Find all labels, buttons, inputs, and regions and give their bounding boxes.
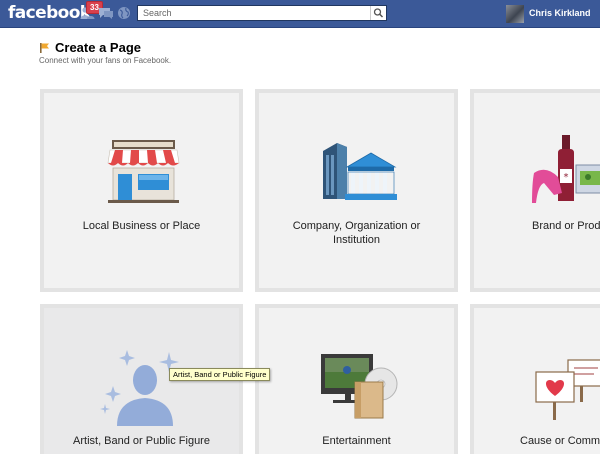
facebook-logo[interactable]: facebook (8, 3, 91, 23)
tv-media-icon (321, 354, 398, 419)
search-input[interactable] (138, 6, 371, 20)
signs-icon (535, 359, 600, 420)
category-label: Company, Organization or Institution (292, 220, 421, 246)
category-company-organization[interactable]: Company, Organization or Institution (255, 89, 458, 292)
category-label: Artist, Band or Public Figure (73, 435, 210, 447)
category-label: Cause or Community (520, 435, 600, 447)
search-icon (373, 8, 384, 18)
products-icon: * (532, 135, 600, 203)
search-button[interactable] (370, 6, 386, 20)
buildings-icon (323, 143, 397, 200)
user-avatar[interactable] (506, 5, 524, 23)
category-entertainment[interactable]: Entertainment (255, 304, 458, 454)
category-cause-community[interactable]: Cause or Community (470, 304, 600, 454)
storefront-icon (107, 140, 180, 203)
category-local-business[interactable]: Local Business or Place (40, 89, 243, 292)
category-brand-product[interactable]: * Brand or Product (470, 89, 600, 292)
category-label: Local Business or Place (82, 220, 201, 232)
notifications-globe-icon[interactable] (116, 6, 132, 20)
user-name-link[interactable]: Chris Kirkland (529, 8, 591, 18)
page-flag-icon (40, 43, 49, 53)
top-navigation-bar: facebook 33 Chris Kirkland (0, 0, 600, 28)
hover-tooltip: Artist, Band or Public Figure (169, 368, 271, 381)
messages-icon[interactable] (98, 6, 114, 20)
person-silhouette-icon (100, 350, 179, 426)
page-title: Create a Page (55, 40, 141, 55)
svg-text:*: * (564, 172, 569, 183)
search-box (137, 5, 387, 21)
category-label: Entertainment (322, 435, 391, 447)
page-subtitle: Connect with your fans on Facebook. (39, 56, 172, 65)
category-label: Brand or Product (532, 220, 600, 232)
